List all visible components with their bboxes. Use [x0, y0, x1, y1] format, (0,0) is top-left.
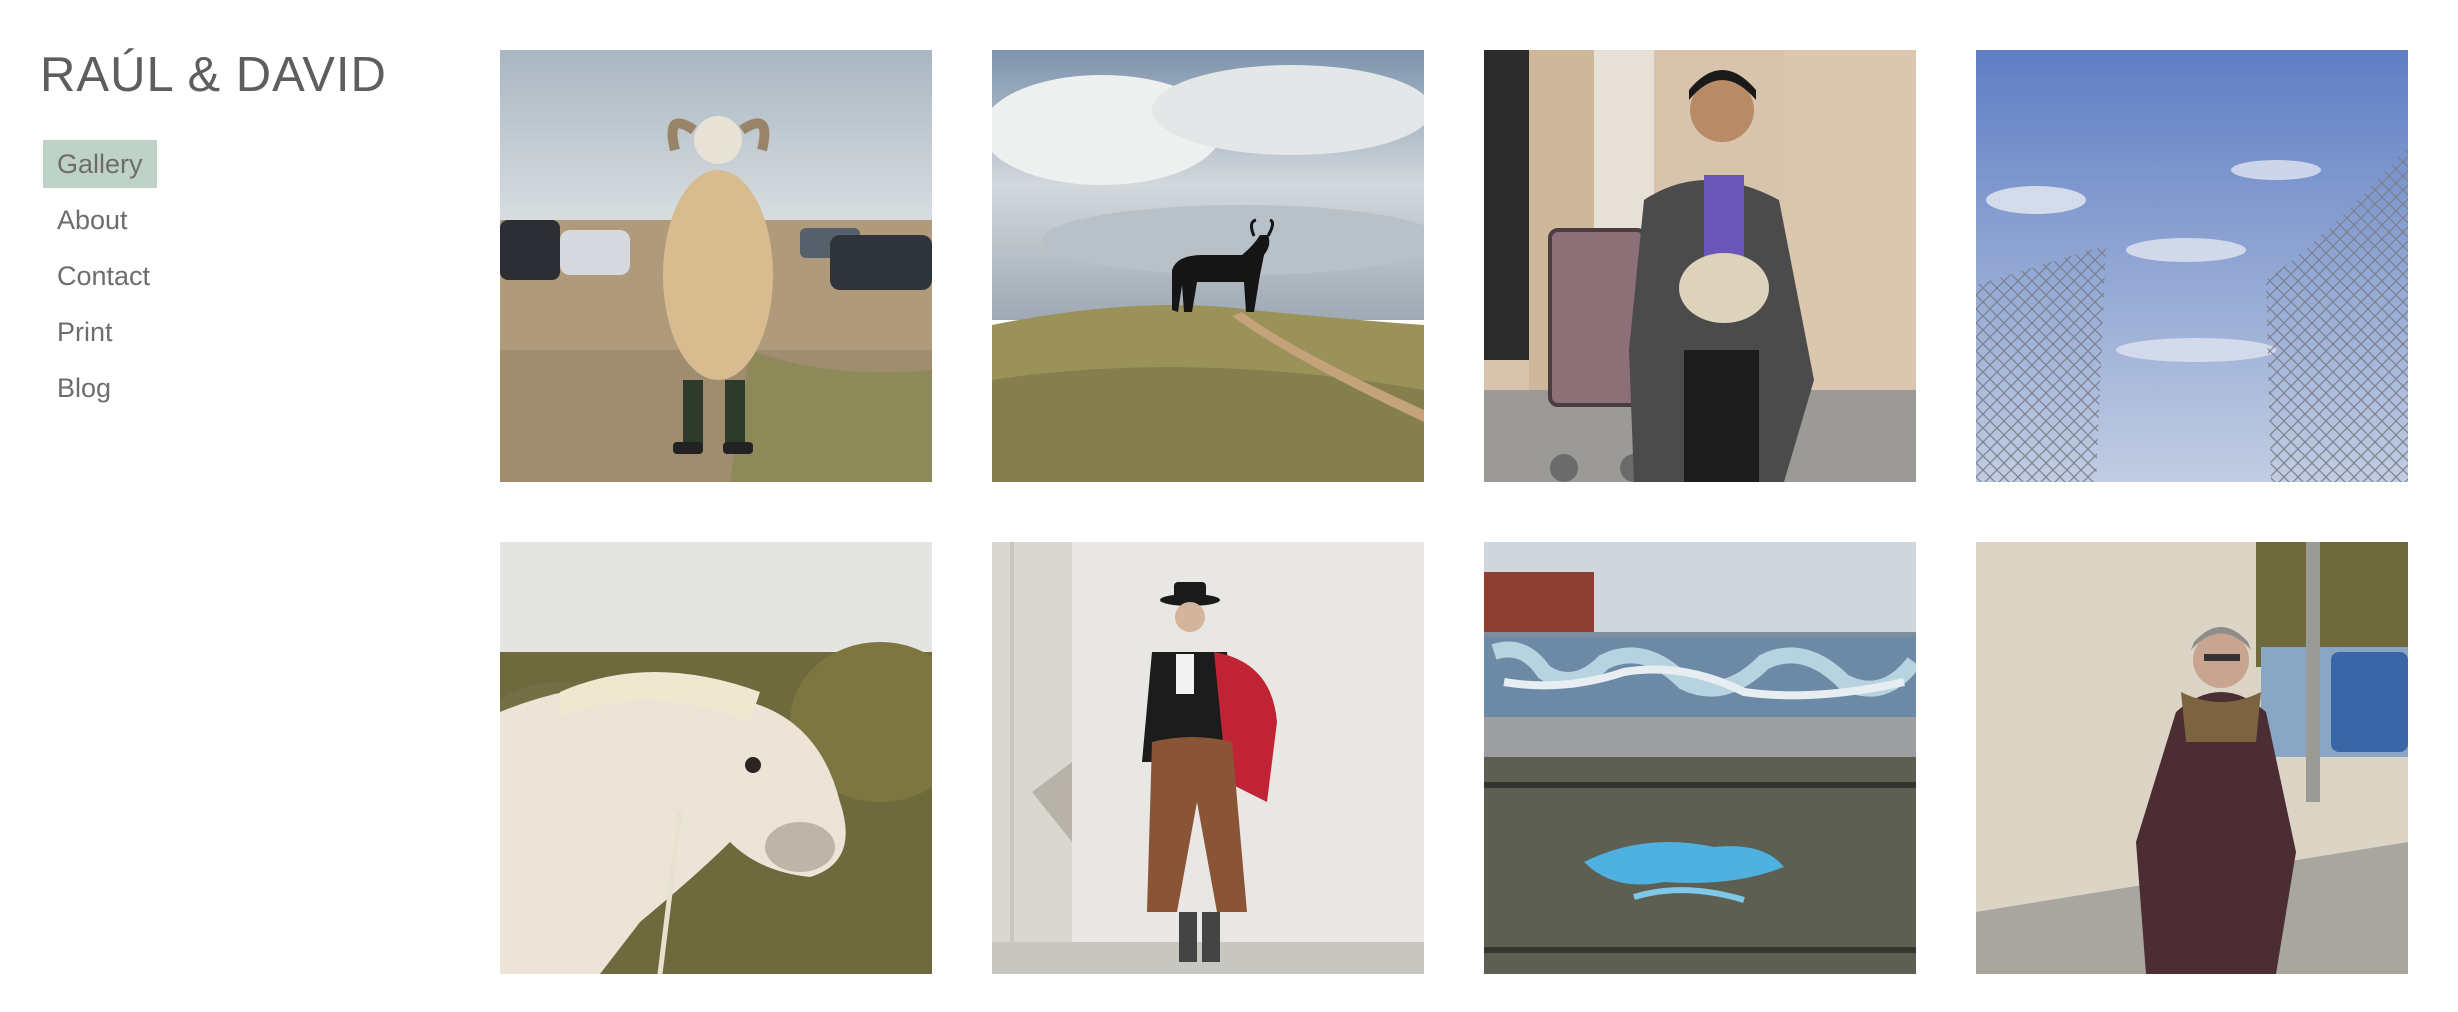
photo-graffiti-railway[interactable]: [1484, 542, 1916, 974]
photo-woman-leather-coat[interactable]: [1976, 542, 2408, 974]
photo-white-pony-image: [500, 542, 932, 974]
nav-item-blog[interactable]: Blog: [43, 364, 125, 412]
photo-woman-garlic[interactable]: [1484, 50, 1916, 482]
photo-sheepskin-costume[interactable]: [500, 50, 932, 482]
photo-torn-fence-image: [1976, 50, 2408, 482]
nav-item-contact[interactable]: Contact: [43, 252, 164, 300]
photo-white-pony[interactable]: [500, 542, 932, 974]
photo-grid: [500, 50, 2408, 974]
photo-bull-billboard[interactable]: [992, 50, 1424, 482]
photo-bull-billboard-image: [992, 50, 1424, 482]
photo-riding-outfit[interactable]: [992, 542, 1424, 974]
sidebar: RAÚL & DAVID Gallery About Contact Print…: [40, 45, 420, 420]
photo-graffiti-railway-image: [1484, 542, 1916, 974]
site-title[interactable]: RAÚL & DAVID: [40, 45, 420, 105]
nav-item-gallery[interactable]: Gallery: [43, 140, 157, 188]
nav-item-print[interactable]: Print: [43, 308, 127, 356]
photo-riding-outfit-image: [992, 542, 1424, 974]
photo-sheepskin-costume-image: [500, 50, 932, 482]
photo-woman-garlic-image: [1484, 50, 1916, 482]
photo-torn-fence[interactable]: [1976, 50, 2408, 482]
nav-item-about[interactable]: About: [43, 196, 142, 244]
photo-woman-leather-coat-image: [1976, 542, 2408, 974]
main-nav: Gallery About Contact Print Blog: [40, 140, 420, 412]
